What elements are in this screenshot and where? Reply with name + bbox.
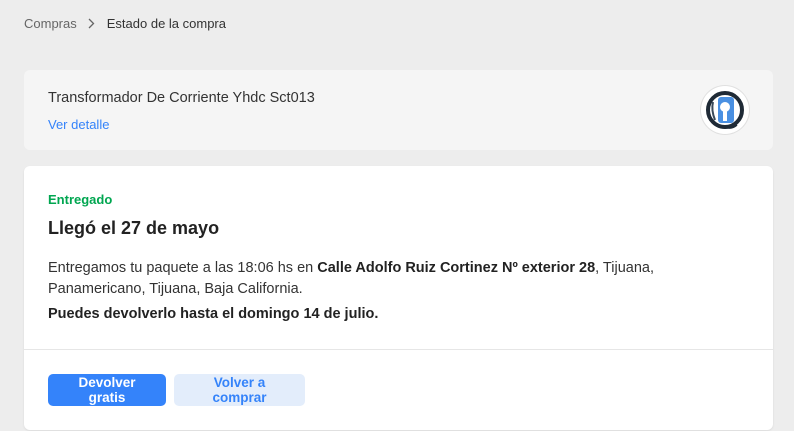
return-day: 14 — [303, 306, 320, 322]
divider — [24, 349, 773, 350]
product-title: Transformador De Corriente Yhdc Sct013 — [48, 90, 315, 106]
return-suffix: de julio. — [319, 306, 379, 322]
breadcrumb-current: Estado de la compra — [106, 15, 226, 31]
view-detail-link[interactable]: Ver detalle — [48, 117, 109, 132]
return-prefix: Puedes devolverlo hasta el domingo — [48, 306, 304, 322]
product-thumbnail[interactable] — [701, 86, 749, 134]
chevron-right-icon — [77, 18, 107, 29]
breadcrumb-compras-link[interactable]: Compras — [24, 16, 77, 31]
delivery-description: Entregamos tu paquete a las 18:06 hs en … — [48, 258, 738, 300]
return-deadline-note: Puedes devolverlo hasta el domingo 14 de… — [48, 306, 378, 322]
delivery-desc-prefix: Entregamos tu paquete a las 18:06 hs en — [48, 260, 318, 276]
breadcrumb: Compras Estado de la compra — [24, 14, 226, 32]
delivery-title: Llegó el 27 de mayo — [48, 218, 220, 238]
status-badge: Entregado — [48, 192, 113, 207]
delivery-address: Calle Adolfo Ruiz Cortinez Nº exterior 2… — [317, 260, 596, 276]
delivery-status-card: Entregado Llegó el 27 de mayo Entregamos… — [24, 166, 773, 430]
return-free-button[interactable]: Devolver gratis — [48, 374, 166, 406]
product-card: Transformador De Corriente Yhdc Sct013 V… — [24, 70, 773, 150]
current-transformer-clamp-icon — [706, 91, 744, 129]
buy-again-button[interactable]: Volver a comprar — [174, 374, 305, 406]
